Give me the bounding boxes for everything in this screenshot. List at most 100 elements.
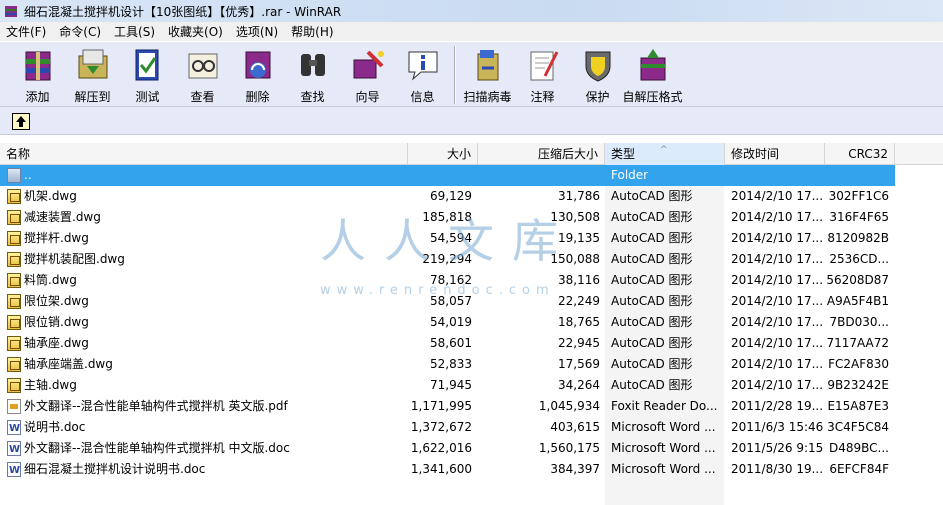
file-crc: 316F4F65	[829, 210, 889, 224]
file-packed-size: 18,765	[558, 315, 600, 329]
column-size-header[interactable]: 大小	[408, 143, 478, 165]
up-folder-button[interactable]	[12, 113, 30, 130]
file-row[interactable]: 机架.dwg 69,129 31,786 AutoCAD 图形 2014/2/10 17…	[0, 186, 895, 207]
menu-favorites[interactable]: 收藏夹(O)	[168, 23, 230, 40]
wizard-label: 向导	[355, 90, 380, 104]
column-packed-header[interactable]: 压缩后大小	[478, 143, 605, 165]
column-packed-label: 压缩后大小	[537, 147, 598, 161]
extract-to-button[interactable]: 解压到	[65, 42, 120, 104]
file-modified: 2014/2/10 17...	[731, 189, 823, 203]
dwg-file-icon	[7, 357, 21, 372]
file-type: AutoCAD 图形	[611, 294, 693, 308]
file-type: AutoCAD 图形	[611, 189, 693, 203]
file-type: AutoCAD 图形	[611, 231, 693, 245]
file-row[interactable]: 料筒.dwg 78,162 38,116 AutoCAD 图形 2014/2/10 17…	[0, 270, 895, 291]
file-packed-size	[478, 165, 600, 186]
delete-label: 删除	[245, 90, 270, 104]
file-type: AutoCAD 图形	[611, 252, 693, 266]
file-name: 轴承座.dwg	[24, 336, 89, 350]
column-size-label: 大小	[446, 147, 471, 161]
file-modified: 2011/8/30 19...	[731, 462, 823, 476]
dwg-file-icon	[7, 336, 21, 351]
file-packed-size: 17,569	[558, 357, 600, 371]
menu-help[interactable]: 帮助(H)	[291, 23, 340, 40]
protect-button[interactable]: 保护	[570, 42, 625, 104]
dwg-file-icon	[7, 231, 21, 246]
file-size: 58,601	[430, 336, 472, 350]
delete-icon	[238, 46, 278, 84]
file-type: AutoCAD 图形	[611, 357, 693, 371]
file-row[interactable]: 限位架.dwg 58,057 22,249 AutoCAD 图形 2014/2/10 1…	[0, 291, 895, 312]
file-packed-size: 22,945	[558, 336, 600, 350]
file-row[interactable]: 轴承座端盖.dwg 52,833 17,569 AutoCAD 图形 2014/2/10…	[0, 354, 895, 375]
menu-tools[interactable]: 工具(S)	[114, 23, 162, 40]
add-button[interactable]: 添加	[10, 42, 65, 104]
column-name-header[interactable]: 名称	[0, 143, 408, 165]
column-type-header[interactable]: 类型 ^	[605, 143, 725, 165]
file-row[interactable]: 外文翻译--混合性能单轴构件式搅拌机 英文版.pdf 1,171,995 1,045…	[0, 396, 895, 417]
file-row[interactable]: 搅拌杆.dwg 54,594 19,135 AutoCAD 图形 2014/2/10 1…	[0, 228, 895, 249]
sfx-button[interactable]: 自解压格式	[622, 42, 683, 104]
add-archive-icon	[18, 46, 58, 84]
file-row[interactable]: 主轴.dwg 71,945 34,264 AutoCAD 图形 2014/2/10 17…	[0, 375, 895, 396]
sfx-label: 自解压格式	[622, 90, 683, 104]
file-modified: 2014/2/10 17...	[731, 273, 823, 287]
file-row[interactable]: 细石混凝土搅拌机设计说明书.doc 1,341,600 384,397 Microso…	[0, 459, 895, 481]
file-type: Foxit Reader Do...	[611, 399, 718, 413]
file-modified: 2014/2/10 17...	[731, 357, 823, 371]
file-size: 78,162	[430, 273, 472, 287]
file-packed-size: 22,249	[558, 294, 600, 308]
dwg-file-icon	[7, 273, 21, 288]
comment-icon	[523, 46, 563, 84]
menu-file[interactable]: 文件(F)	[6, 23, 53, 40]
file-row[interactable]: 减速装置.dwg 185,818 130,508 AutoCAD 图形 2014/2/1…	[0, 207, 895, 228]
file-name: 主轴.dwg	[24, 378, 77, 392]
file-size: 54,019	[430, 315, 472, 329]
column-modified-header[interactable]: 修改时间	[725, 143, 825, 165]
file-type: AutoCAD 图形	[611, 273, 693, 287]
file-row[interactable]: 搅拌机装配图.dwg 219,294 150,088 AutoCAD 图形 2014/2…	[0, 249, 895, 270]
file-row[interactable]: 说明书.doc 1,372,672 403,615 Microsoft Word ..…	[0, 417, 895, 439]
file-size: 58,057	[430, 294, 472, 308]
virus-scan-button[interactable]: 扫描病毒	[460, 42, 515, 104]
file-modified: 2014/2/10 17...	[731, 231, 823, 245]
test-button[interactable]: 测试	[120, 42, 175, 104]
file-name: ..	[24, 168, 32, 182]
column-crc-header[interactable]: CRC32	[825, 143, 895, 165]
file-crc: FC2AF830	[828, 357, 889, 371]
view-button[interactable]: 查看	[175, 42, 230, 104]
info-button[interactable]: 信息	[395, 42, 450, 104]
wizard-button[interactable]: 向导	[340, 42, 395, 104]
file-modified	[731, 165, 823, 186]
file-size: 185,818	[422, 210, 472, 224]
file-name: 搅拌杆.dwg	[24, 231, 89, 245]
file-name: 外文翻译--混合性能单轴构件式搅拌机 中文版.doc	[24, 441, 290, 455]
comment-button[interactable]: 注释	[515, 42, 570, 104]
test-label: 测试	[135, 90, 160, 104]
parent-folder-row[interactable]: .. Folder	[0, 165, 895, 186]
menu-commands[interactable]: 命令(C)	[59, 23, 108, 40]
find-label: 查找	[300, 90, 325, 104]
file-row[interactable]: 轴承座.dwg 58,601 22,945 AutoCAD 图形 2014/2/10 1…	[0, 333, 895, 354]
file-crc: 8120982B	[827, 231, 889, 245]
info-icon	[403, 46, 443, 84]
file-name: 轴承座端盖.dwg	[24, 357, 113, 371]
file-size: 1,171,995	[410, 399, 472, 413]
file-row[interactable]: 外文翻译--混合性能单轴构件式搅拌机 中文版.doc 1,622,016 1,560…	[0, 438, 895, 460]
find-button[interactable]: 查找	[285, 42, 340, 104]
file-packed-size: 34,264	[558, 378, 600, 392]
column-modified-label: 修改时间	[731, 147, 780, 161]
add-label: 添加	[25, 90, 50, 104]
dwg-file-icon	[7, 252, 21, 267]
file-row[interactable]: 限位销.dwg 54,019 18,765 AutoCAD 图形 2014/2/10 1…	[0, 312, 895, 333]
comment-label: 注释	[530, 90, 555, 104]
file-type: AutoCAD 图形	[611, 210, 693, 224]
file-packed-size: 130,508	[550, 210, 600, 224]
file-modified: 2014/2/10 17...	[731, 315, 823, 329]
delete-button[interactable]: 删除	[230, 42, 285, 104]
file-packed-size: 38,116	[558, 273, 600, 287]
menu-options[interactable]: 选项(N)	[236, 23, 285, 40]
file-size: 219,294	[422, 252, 472, 266]
sfx-icon	[633, 46, 673, 84]
folder-icon	[7, 168, 21, 183]
